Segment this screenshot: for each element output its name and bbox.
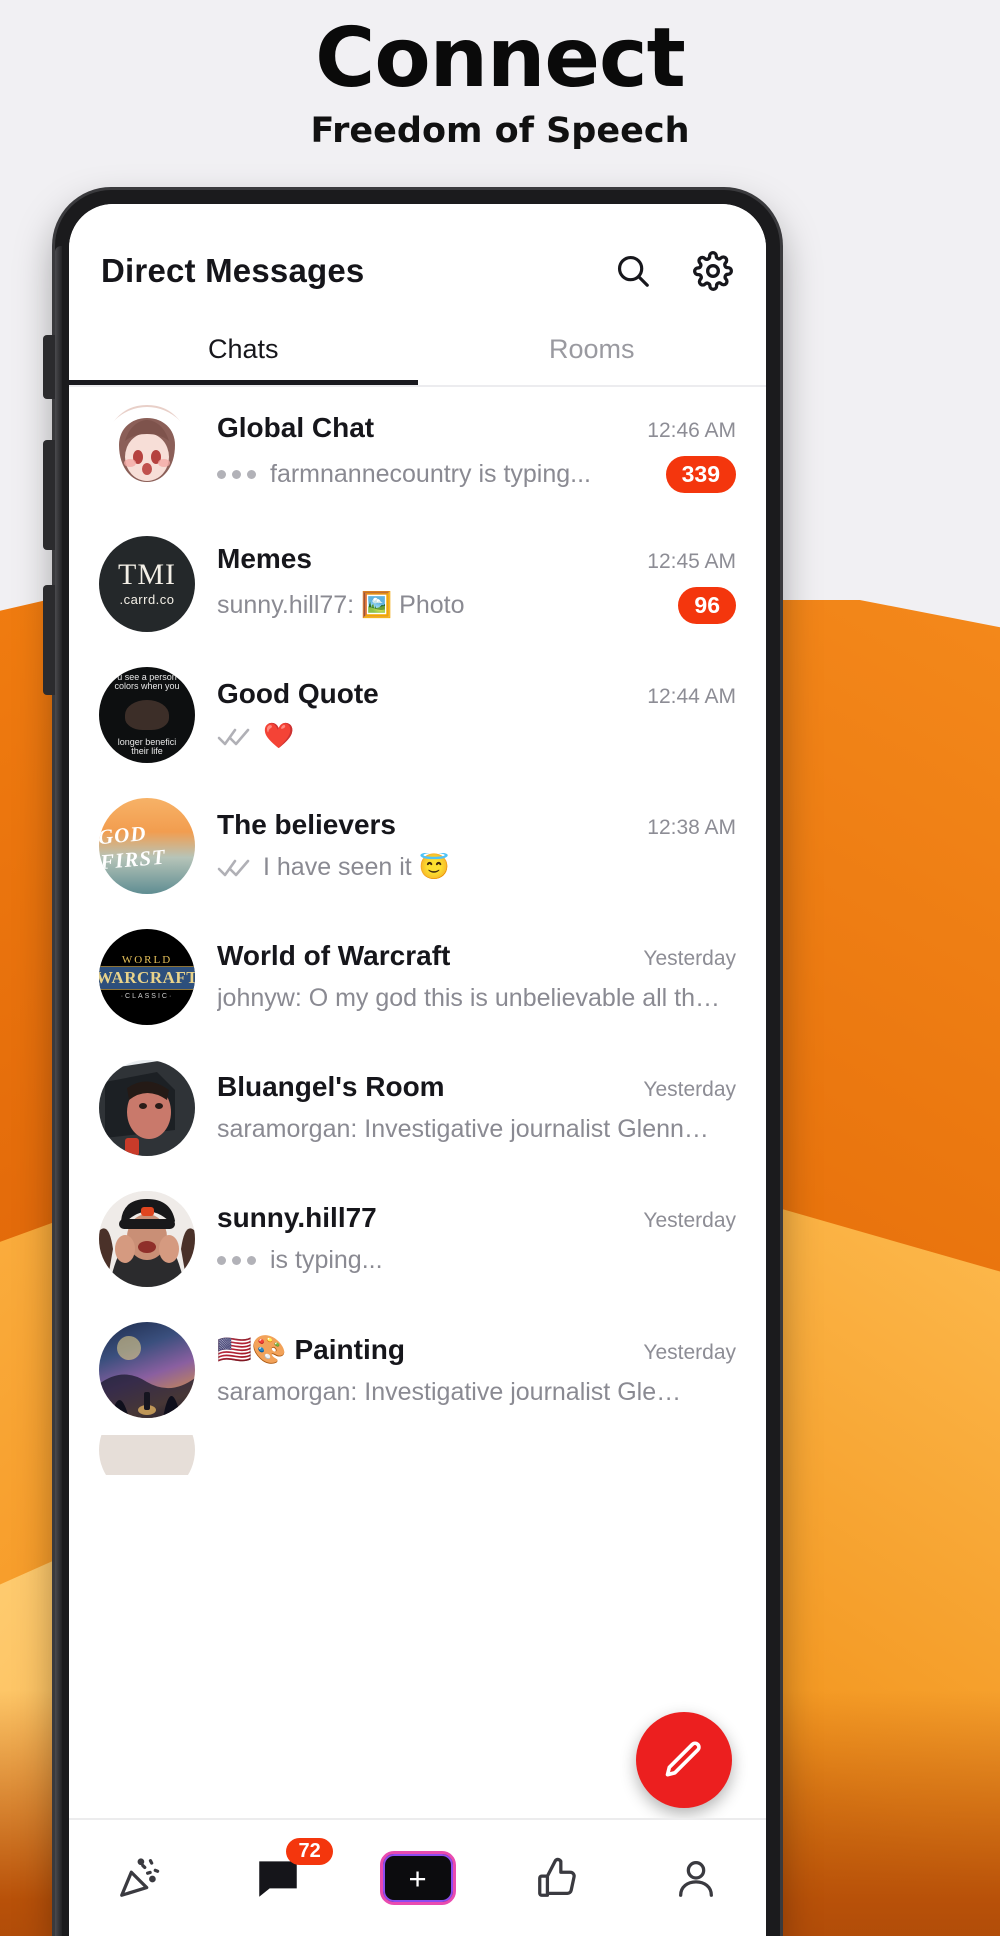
phone-button-top <box>43 335 55 399</box>
chat-timestamp: Yesterday <box>643 1078 736 1101</box>
page-title: Direct Messages <box>101 252 365 289</box>
avatar[interactable] <box>99 1435 195 1475</box>
avatar[interactable] <box>99 404 195 501</box>
chat-timestamp: 12:45 AM <box>647 550 736 573</box>
chat-list-item[interactable]: u see a person colors when you longer ben… <box>69 649 766 780</box>
unread-badge: 96 <box>678 587 736 624</box>
chat-timestamp: 12:44 AM <box>647 685 736 708</box>
phone-frame: Direct Messages Chats Rooms Global Chat … <box>43 190 780 1936</box>
chat-name: 🇺🇸🎨 Painting <box>217 1333 405 1365</box>
nav-item-messages[interactable]: 72 <box>208 1820 347 1936</box>
chat-preview: I have seen it 😇 <box>263 853 450 881</box>
avatar[interactable] <box>99 1190 195 1287</box>
app-header: Direct Messages <box>69 204 766 312</box>
gear-icon[interactable] <box>692 250 734 292</box>
double-check-icon <box>217 857 251 879</box>
avatar[interactable] <box>99 1321 195 1418</box>
chat-preview: sunny.hill77: 🖼️ Photo <box>217 591 465 619</box>
typing-indicator-icon <box>217 1256 256 1265</box>
double-check-icon <box>217 726 251 748</box>
person-icon <box>679 1861 714 1897</box>
chat-list-item-partial[interactable] <box>69 1435 766 1475</box>
chat-list-item[interactable]: Global Chat 12:46 AM farmnannecountry is… <box>69 387 766 518</box>
avatar[interactable]: u see a person colors when you longer ben… <box>99 666 195 763</box>
chat-name: The believers <box>217 809 396 840</box>
promo-header: Connect Freedom of Speech <box>0 0 1000 151</box>
phone-button-volume-up <box>43 440 55 550</box>
tab-bar[interactable]: Chats Rooms <box>69 312 766 385</box>
tab-rooms[interactable]: Rooms <box>418 312 767 385</box>
chat-preview: saramorgan: Investigative journalist Gle… <box>217 1377 682 1406</box>
chat-timestamp: Yesterday <box>643 1340 736 1364</box>
chat-list[interactable]: Global Chat 12:46 AM farmnannecountry is… <box>69 387 766 1475</box>
chat-name: Bluangel's Room <box>217 1071 445 1102</box>
chat-timestamp: Yesterday <box>643 947 736 970</box>
search-icon[interactable] <box>612 250 654 292</box>
unread-badge: 339 <box>665 456 736 493</box>
chat-preview: ❤️ <box>263 722 295 750</box>
plus-icon[interactable]: + <box>379 1851 456 1905</box>
chat-timestamp: Yesterday <box>643 1209 736 1232</box>
promo-subtitle: Freedom of Speech <box>310 110 690 151</box>
bottom-navigation[interactable]: 72 + <box>69 1818 766 1936</box>
chat-name: Global Chat <box>217 412 375 443</box>
promo-title: Connect <box>315 11 686 106</box>
nav-item-profile[interactable] <box>627 1820 766 1936</box>
avatar[interactable]: GOD FIRST <box>99 797 195 894</box>
avatar[interactable] <box>99 1059 195 1156</box>
chat-list-item[interactable]: sunny.hill77 Yesterday is typing... <box>69 1173 766 1304</box>
compose-fab-button[interactable] <box>636 1712 732 1808</box>
party-popper-icon <box>119 1858 159 1897</box>
tab-chats[interactable]: Chats <box>69 312 418 385</box>
chat-preview: is typing... <box>270 1246 383 1274</box>
chat-list-item[interactable]: 🇺🇸🎨 Painting Yesterday saramorgan: Inves… <box>69 1304 766 1435</box>
chat-name: Memes <box>217 543 312 574</box>
phone-screen: Direct Messages Chats Rooms Global Chat … <box>69 204 766 1936</box>
thumbs-up-icon <box>538 1857 576 1897</box>
nav-item-create[interactable]: + <box>348 1820 487 1936</box>
typing-indicator-icon <box>217 470 256 479</box>
chat-name: World of Warcraft <box>217 940 451 971</box>
phone-button-volume-down <box>43 585 55 695</box>
chat-list-item[interactable]: GOD FIRST The believers 12:38 AM I have … <box>69 780 766 911</box>
nav-item-feed[interactable] <box>69 1820 208 1936</box>
tab-active-indicator <box>69 380 418 385</box>
pencil-icon <box>665 1741 701 1777</box>
chat-list-item[interactable]: WORLD WARCRAFT ·CLASSIC· World of Warcra… <box>69 911 766 1042</box>
avatar[interactable]: WORLD WARCRAFT ·CLASSIC· <box>99 928 195 1025</box>
nav-item-likes[interactable] <box>487 1820 626 1936</box>
nav-unread-badge: 72 <box>286 1838 333 1865</box>
chat-timestamp: 12:46 AM <box>647 419 736 442</box>
chat-name: sunny.hill77 <box>217 1202 377 1233</box>
chat-timestamp: 12:38 AM <box>647 816 736 839</box>
chat-list-item[interactable]: TMI .carrd.co Memes 12:45 AM sunny.hill7… <box>69 518 766 649</box>
avatar[interactable]: TMI .carrd.co <box>99 535 195 632</box>
chat-list-item[interactable]: Bluangel's Room Yesterday saramorgan: In… <box>69 1042 766 1173</box>
chat-preview: saramorgan: Investigative journalist Gle… <box>217 1115 709 1143</box>
chat-name: Good Quote <box>217 678 379 709</box>
chat-preview: johnyw: O my god this is unbelievable al… <box>217 984 721 1012</box>
chat-preview: farmnannecountry is typing... <box>270 460 591 488</box>
